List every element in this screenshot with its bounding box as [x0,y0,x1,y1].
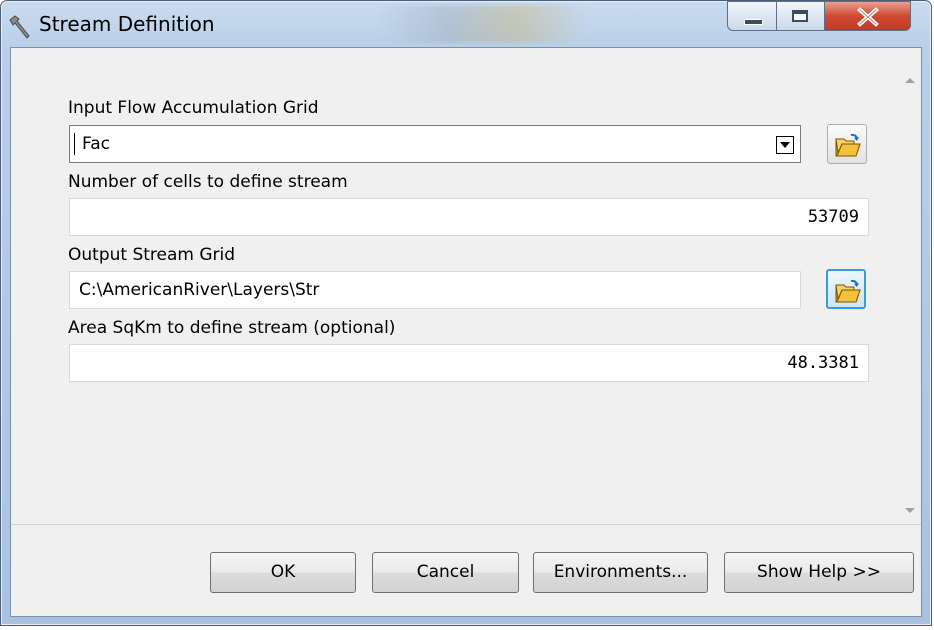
cells-label: Number of cells to define stream [68,172,348,192]
ok-button[interactable]: OK [210,552,356,593]
output-stream-value: C:\AmericanRiver\Layers\Str [79,280,320,300]
close-button[interactable] [825,1,911,31]
minimize-icon [744,19,763,25]
input-flow-combobox[interactable]: Fac [69,125,801,163]
chevron-down-icon [780,142,790,148]
cells-value: 53709 [807,207,859,227]
maximize-button[interactable] [777,1,825,31]
title-bar[interactable]: Stream Definition [1,1,931,47]
background-blur [377,5,587,43]
area-value: 48.3381 [787,353,859,373]
dialog-window: Stream Definition Input Flow Accumulatio… [0,0,932,626]
divider [11,524,921,525]
open-folder-icon [835,279,861,303]
window-title: Stream Definition [39,12,215,36]
open-folder-icon [835,133,861,157]
browse-input-button[interactable] [827,124,867,164]
scroll-down-icon[interactable] [905,508,915,513]
output-stream-label: Output Stream Grid [68,245,236,265]
area-input[interactable]: 48.3381 [69,344,869,382]
environments-button[interactable]: Environments... [533,552,708,593]
dialog-content: Input Flow Accumulation Grid Fac Number … [10,47,922,617]
cancel-button[interactable]: Cancel [372,552,519,593]
input-flow-label: Input Flow Accumulation Grid [68,98,319,118]
area-label: Area SqKm to define stream (optional) [68,318,396,338]
text-cursor [74,133,75,155]
show-help-button[interactable]: Show Help >> [724,552,914,593]
output-stream-input[interactable]: C:\AmericanRiver\Layers\Str [69,271,801,309]
browse-output-button[interactable] [826,269,866,309]
close-icon [857,7,879,27]
minimize-button[interactable] [727,1,777,31]
hammer-icon [9,15,30,39]
dropdown-button[interactable] [776,136,794,154]
vertical-scrollbar[interactable] [898,48,921,524]
maximize-icon [792,10,808,22]
scroll-up-icon[interactable] [905,78,915,83]
input-flow-value: Fac [82,134,110,154]
caption-buttons [727,1,921,31]
cells-input[interactable]: 53709 [69,198,869,236]
